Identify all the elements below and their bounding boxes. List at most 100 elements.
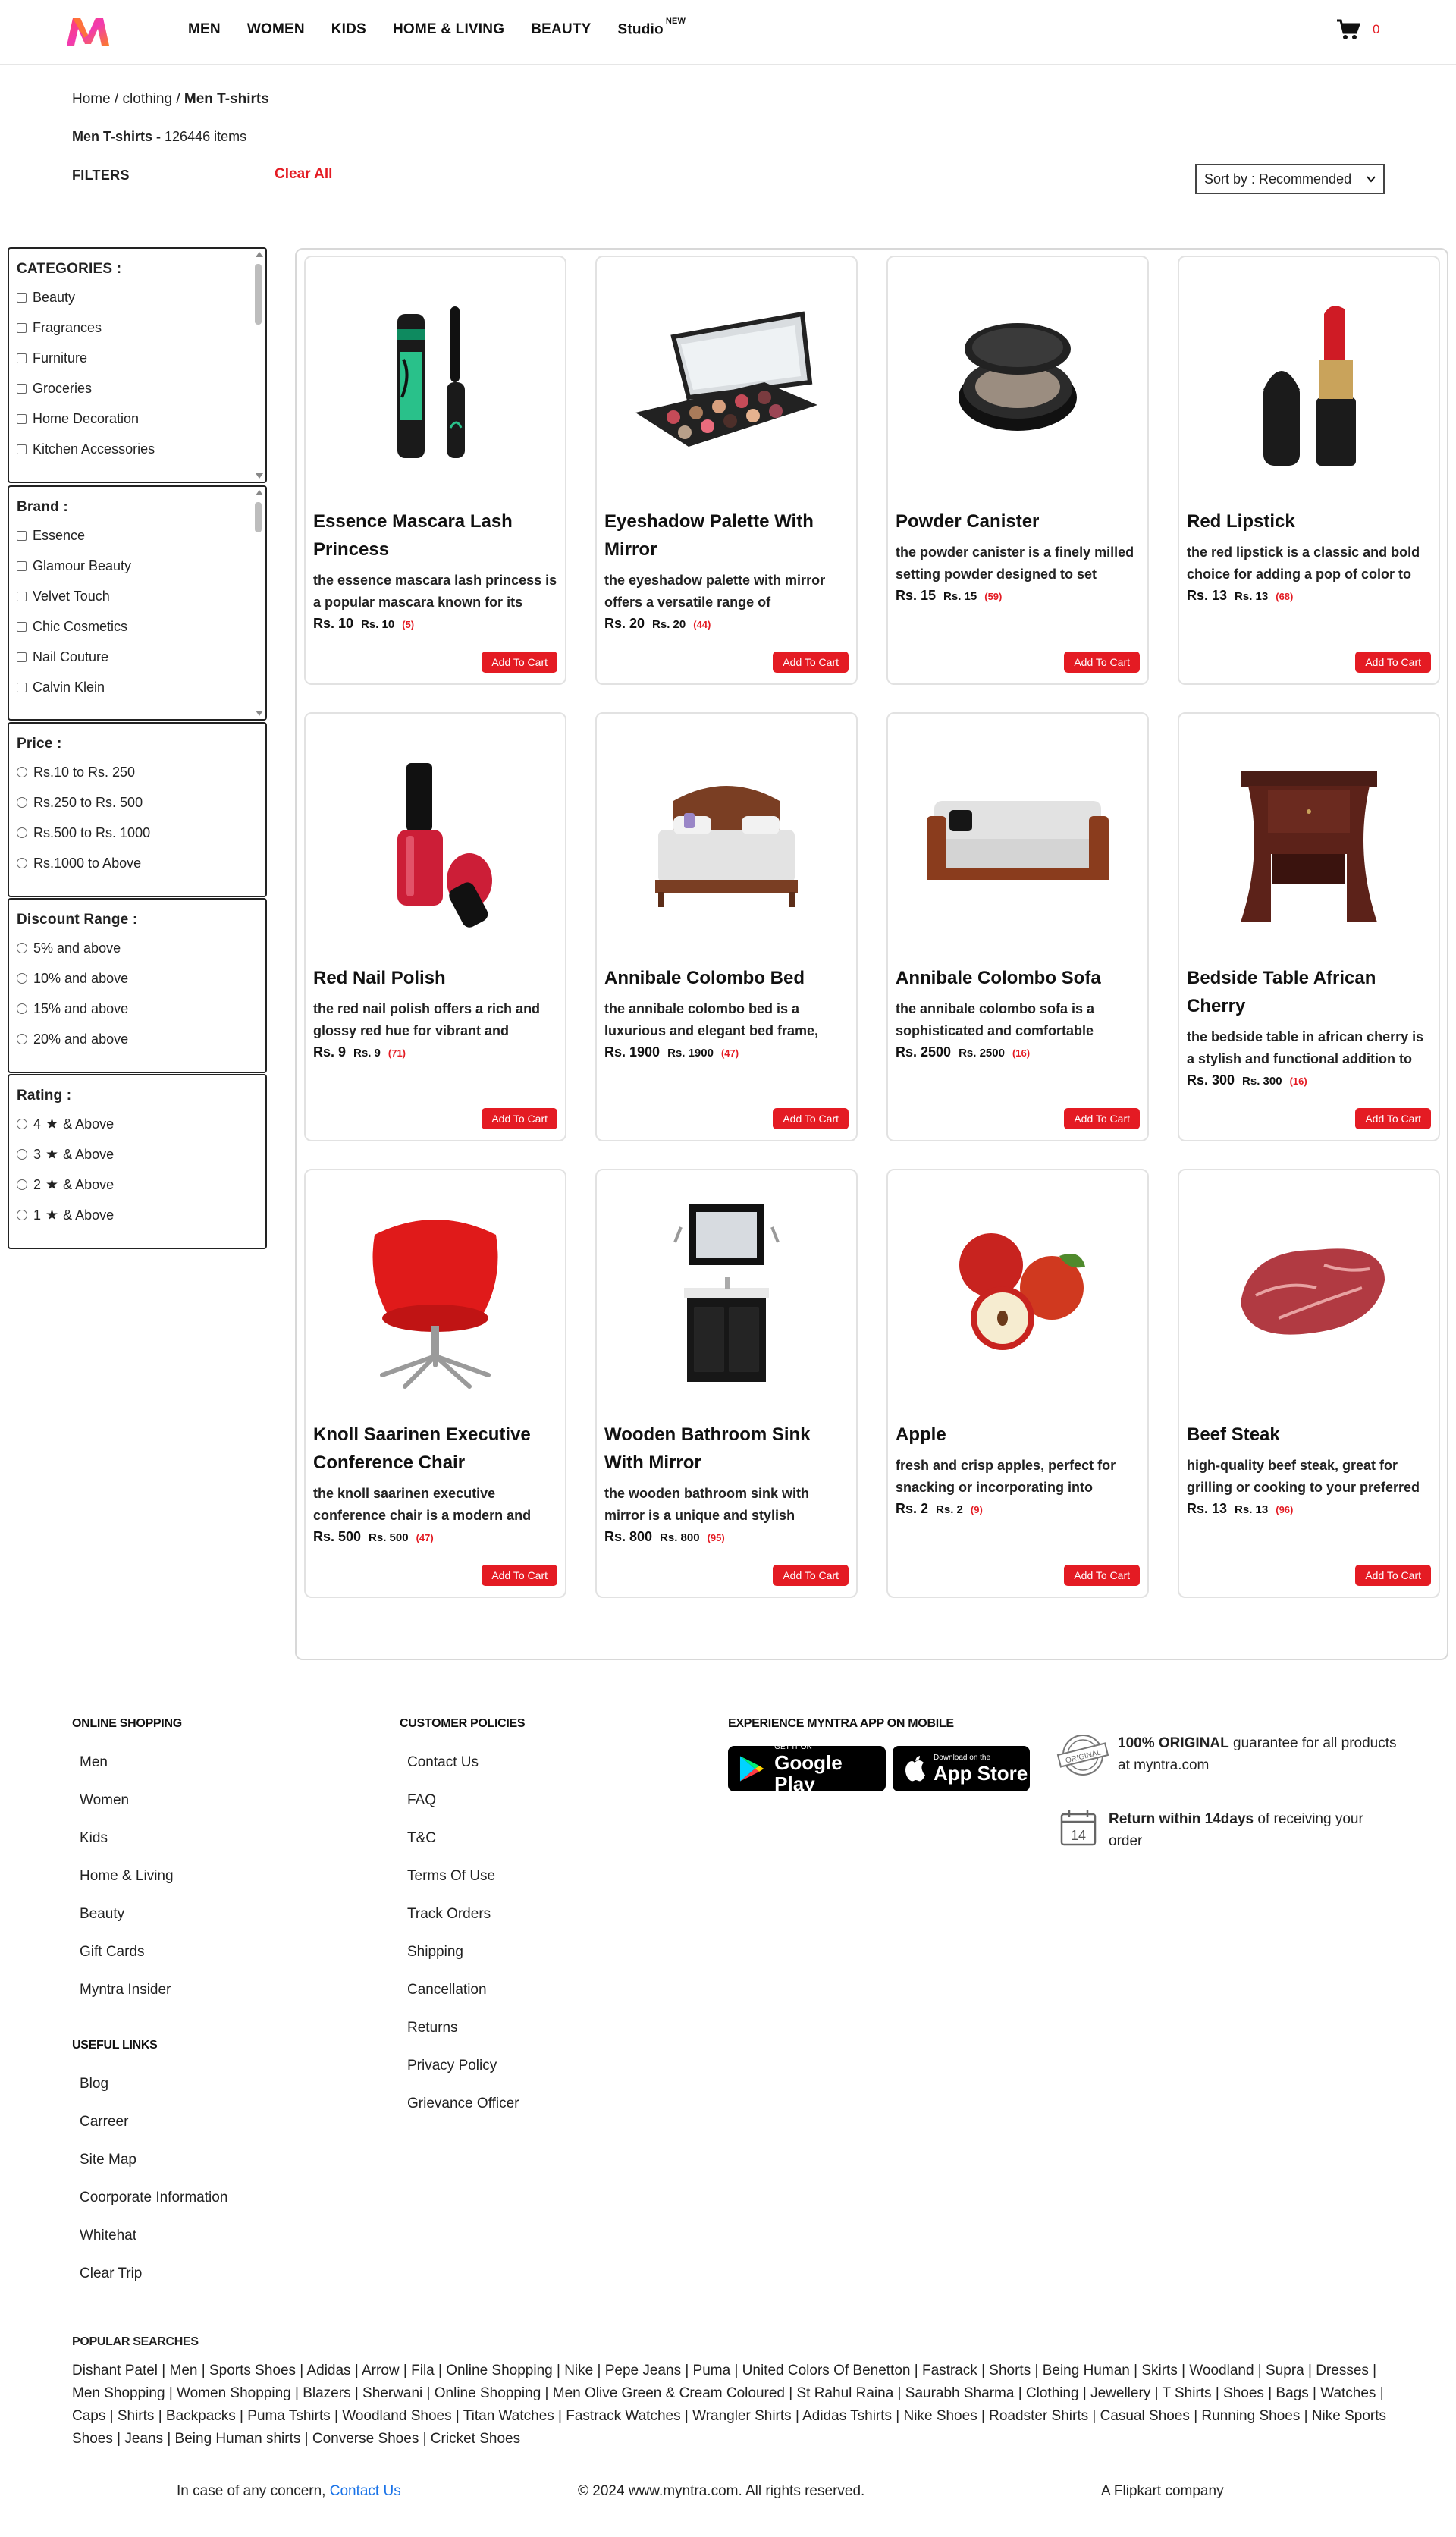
google-play-button[interactable]: GET IT ON Google Play [728, 1743, 886, 1794]
product-name[interactable]: Apple [896, 1421, 1143, 1449]
radio-button[interactable] [17, 973, 27, 984]
product-image[interactable] [597, 714, 856, 964]
radio-button[interactable] [17, 1034, 27, 1044]
scrollbar[interactable] [254, 490, 263, 716]
filter-option-radio[interactable]: 15% and above [17, 994, 265, 1024]
filter-option-checkbox[interactable]: Chic Cosmetics [17, 611, 265, 642]
radio-button[interactable] [17, 858, 27, 868]
footer-link[interactable]: Myntra Insider [80, 1981, 182, 2019]
footer-link[interactable]: Shipping [407, 1943, 525, 1981]
scroll-thumb[interactable] [255, 264, 262, 325]
add-to-cart-button[interactable]: Add To Cart [482, 1565, 557, 1586]
filter-option-checkbox[interactable]: Furniture [17, 343, 265, 373]
filter-option-radio[interactable]: 2 ★ & Above [17, 1170, 265, 1200]
footer-link[interactable]: Women [80, 1791, 182, 1829]
checkbox[interactable] [17, 652, 27, 662]
filter-option-radio[interactable]: 1 ★ & Above [17, 1200, 265, 1230]
filter-option-checkbox[interactable]: Velvet Touch [17, 581, 265, 611]
product-image[interactable] [597, 1170, 856, 1421]
product-card[interactable]: Wooden Bathroom Sink With Mirror the woo… [595, 1169, 858, 1598]
filter-option-checkbox[interactable]: Beauty [17, 282, 265, 312]
product-card[interactable]: Eyeshadow Palette With Mirror the eyesha… [595, 256, 858, 685]
filter-option-radio[interactable]: 20% and above [17, 1024, 265, 1054]
nav-kids[interactable]: KIDS [331, 21, 366, 38]
filter-option-checkbox[interactable]: Groceries [17, 373, 265, 403]
filter-option-radio[interactable]: 4 ★ & Above [17, 1109, 265, 1139]
add-to-cart-button[interactable]: Add To Cart [1064, 1565, 1140, 1586]
footer-link[interactable]: Coorporate Information [80, 2189, 228, 2227]
product-image[interactable] [1179, 1170, 1439, 1421]
product-card[interactable]: Apple fresh and crisp apples, perfect fo… [886, 1169, 1149, 1598]
popular-searches-list[interactable]: Dishant Patel | Men | Sports Shoes | Adi… [72, 2360, 1399, 2451]
add-to-cart-button[interactable]: Add To Cart [1064, 1108, 1140, 1129]
filter-option-radio[interactable]: 5% and above [17, 933, 265, 963]
footer-link[interactable]: Site Map [80, 2151, 228, 2189]
product-image[interactable] [888, 1170, 1147, 1421]
checkbox[interactable] [17, 444, 27, 454]
footer-link[interactable]: Blog [80, 2075, 228, 2113]
filter-option-radio[interactable]: Rs.10 to Rs. 250 [17, 757, 265, 787]
filter-option-radio[interactable]: Rs.500 to Rs. 1000 [17, 818, 265, 848]
radio-button[interactable] [17, 767, 27, 777]
add-to-cart-button[interactable]: Add To Cart [773, 652, 849, 673]
product-name[interactable]: Knoll Saarinen Executive Conference Chai… [313, 1421, 560, 1477]
footer-link[interactable]: Track Orders [407, 1905, 525, 1943]
product-name[interactable]: Wooden Bathroom Sink With Mirror [604, 1421, 852, 1477]
scroll-up-icon[interactable] [256, 252, 263, 257]
checkbox[interactable] [17, 413, 27, 424]
radio-button[interactable] [17, 827, 27, 838]
scroll-up-icon[interactable] [256, 490, 263, 495]
footer-link[interactable]: Cancellation [407, 1981, 525, 2019]
breadcrumb-home[interactable]: Home [72, 91, 111, 107]
add-to-cart-button[interactable]: Add To Cart [773, 1108, 849, 1129]
add-to-cart-button[interactable]: Add To Cart [1064, 652, 1140, 673]
footer-link[interactable]: Beauty [80, 1905, 182, 1943]
filter-option-radio[interactable]: 10% and above [17, 963, 265, 994]
footer-link[interactable]: FAQ [407, 1791, 525, 1829]
radio-button[interactable] [17, 1003, 27, 1014]
product-image[interactable] [888, 714, 1147, 964]
product-image[interactable] [1179, 257, 1439, 507]
product-card[interactable]: Bedside Table African Cherry the bedside… [1178, 712, 1440, 1141]
nav-beauty[interactable]: BEAUTY [531, 21, 591, 38]
radio-button[interactable] [17, 1210, 27, 1220]
radio-button[interactable] [17, 1179, 27, 1190]
product-image[interactable] [888, 257, 1147, 507]
nav-studio[interactable]: StudioNEW [618, 17, 686, 38]
footer-link[interactable]: Carreer [80, 2113, 228, 2151]
product-card[interactable]: Beef Steak high-quality beef steak, grea… [1178, 1169, 1440, 1598]
checkbox[interactable] [17, 322, 27, 333]
footer-link[interactable]: Gift Cards [80, 1943, 182, 1981]
add-to-cart-button[interactable]: Add To Cart [482, 1108, 557, 1129]
product-image[interactable] [306, 1170, 565, 1421]
filter-option-checkbox[interactable]: Essence [17, 520, 265, 551]
checkbox[interactable] [17, 591, 27, 601]
radio-button[interactable] [17, 797, 27, 808]
footer-link[interactable]: Returns [407, 2019, 525, 2057]
filter-option-checkbox[interactable]: Kitchen Accessories [17, 434, 265, 464]
product-image[interactable] [597, 257, 856, 507]
filter-option-checkbox[interactable]: Nail Couture [17, 642, 265, 672]
filter-option-checkbox[interactable]: Home Decoration [17, 403, 265, 434]
add-to-cart-button[interactable]: Add To Cart [1355, 1108, 1431, 1129]
footer-link[interactable]: Kids [80, 1829, 182, 1867]
product-name[interactable]: Powder Canister [896, 507, 1143, 535]
myntra-logo[interactable] [64, 15, 112, 47]
nav-home-living[interactable]: HOME & LIVING [393, 21, 504, 38]
footer-link[interactable]: Contact Us [407, 1754, 525, 1791]
radio-button[interactable] [17, 943, 27, 953]
sort-select[interactable]: Sort by : Recommended [1195, 164, 1385, 194]
product-card[interactable]: Annibale Colombo Sofa the annibale colom… [886, 712, 1149, 1141]
checkbox[interactable] [17, 353, 27, 363]
footer-link[interactable]: Home & Living [80, 1867, 182, 1905]
cart-button[interactable]: 0 [1336, 18, 1379, 41]
add-to-cart-button[interactable]: Add To Cart [773, 1565, 849, 1586]
filter-option-radio[interactable]: Rs.1000 to Above [17, 848, 265, 878]
product-name[interactable]: Annibale Colombo Bed [604, 964, 852, 992]
product-name[interactable]: Eyeshadow Palette With Mirror [604, 507, 852, 564]
checkbox[interactable] [17, 621, 27, 632]
product-name[interactable]: Red Nail Polish [313, 964, 560, 992]
scroll-down-icon[interactable] [256, 473, 263, 479]
checkbox[interactable] [17, 560, 27, 571]
footer-link[interactable]: Terms Of Use [407, 1867, 525, 1905]
